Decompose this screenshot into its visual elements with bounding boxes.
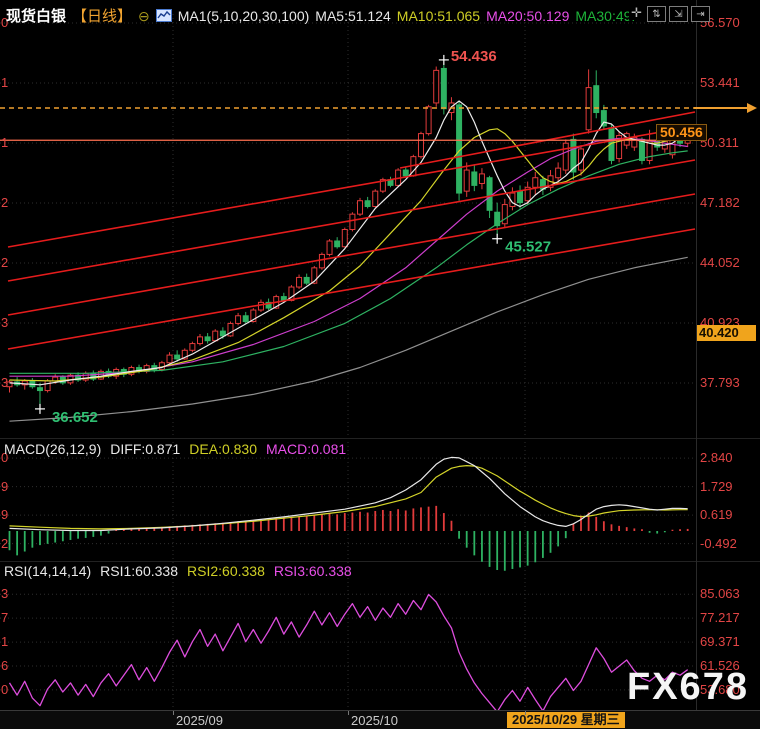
chart-type-icon[interactable] (156, 9, 172, 22)
rsi1-value: RSI1:60.338 (100, 563, 178, 579)
candlestick-chart[interactable]: 36.652 54.436 45.527 (0, 0, 760, 729)
ma5-value: MA5:51.124 (315, 8, 391, 24)
alert-price-label: 40.420 (697, 325, 756, 341)
time-label-oct: 2025/10 (351, 713, 398, 728)
rsi-header: RSI(14,14,14) RSI1:60.338 RSI2:60.338 RS… (4, 563, 352, 579)
pane-layout-corner-icon[interactable]: ⇲ (669, 6, 688, 22)
time-tick (348, 711, 349, 715)
chart-toolbar: ✛ ⇅ ⇲ ⇥ (629, 6, 710, 22)
rsi-name: RSI(14,14,14) (4, 563, 91, 579)
rsi3-value: RSI3:60.338 (274, 563, 352, 579)
ma30-value: MA30:49. (575, 8, 635, 24)
move-tool-icon[interactable]: ✛ (629, 6, 644, 20)
ma10-value: MA10:51.065 (397, 8, 480, 24)
interval-label: 【日线】 (72, 5, 132, 26)
macd-diff-value: DIFF:0.871 (110, 441, 180, 457)
macd-header: MACD(26,12,9) DIFF:0.871 DEA:0.830 MACD:… (4, 441, 346, 457)
time-axis[interactable]: 2025/09 2025/10 2025/10/29 星期三 (0, 710, 760, 729)
svg-text:36.652: 36.652 (52, 409, 98, 426)
rsi2-value: RSI2:60.338 (187, 563, 265, 579)
time-tick (173, 711, 174, 715)
macd-name: MACD(26,12,9) (4, 441, 101, 457)
collapse-icon[interactable]: ⊖ (138, 9, 150, 23)
svg-text:45.527: 45.527 (505, 239, 551, 256)
watermark: FX678 (627, 666, 749, 709)
time-label-sep: 2025/09 (176, 713, 223, 728)
chart-window: 36.652 54.436 45.527 现货白银 【日线】 ⊖ MA1(5,10,… (0, 0, 760, 729)
macd-dea-value: DEA:0.830 (189, 441, 257, 457)
time-tick (525, 711, 526, 715)
ma-settings-label: MA1(5,10,20,30,100) (178, 8, 310, 24)
symbol-title: 现货白银 (6, 5, 66, 26)
macd-value: MACD:0.081 (266, 441, 346, 457)
ma20-value: MA20:50.129 (486, 8, 569, 24)
pane-layout-right-icon[interactable]: ⇥ (691, 6, 710, 22)
chart-header: 现货白银 【日线】 ⊖ MA1(5,10,20,30,100) MA5:51.1… (6, 5, 635, 26)
last-price-tag: 50.456 (656, 124, 707, 141)
pane-layout-up-icon[interactable]: ⇅ (647, 6, 666, 22)
svg-text:54.436: 54.436 (451, 48, 497, 65)
